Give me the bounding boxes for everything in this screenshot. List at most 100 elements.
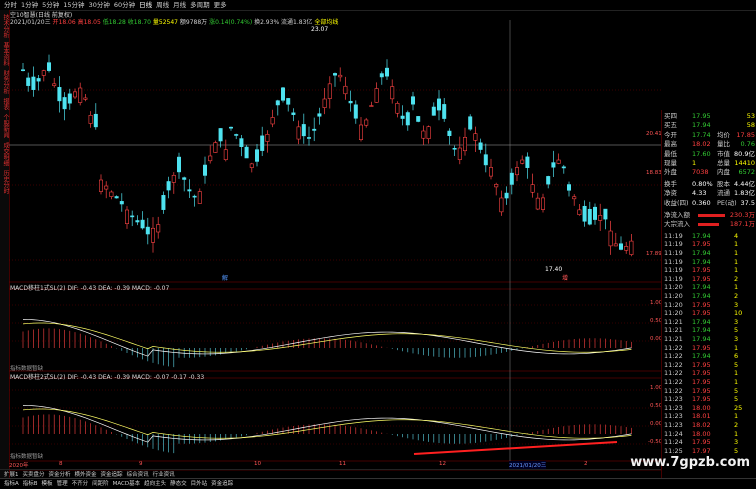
bottom-tab[interactable]: 行业资讯 [153, 471, 175, 480]
period-tab-0[interactable]: 分时 [4, 0, 17, 10]
bottom-tab[interactable]: 指标B [23, 480, 38, 489]
candle[interactable] [436, 98, 441, 111]
candle[interactable] [301, 124, 306, 137]
candle[interactable] [551, 162, 556, 168]
period-tab-2[interactable]: 5分钟 [42, 0, 59, 10]
candle[interactable] [177, 156, 182, 173]
bottom-tab[interactable]: 不齐分 [72, 480, 89, 489]
candle[interactable] [46, 62, 51, 71]
candle[interactable] [452, 147, 457, 150]
bottom-tab[interactable]: 间距阶 [92, 480, 109, 489]
bottom-tab[interactable]: 目外站 [191, 480, 208, 489]
candle[interactable] [483, 154, 488, 166]
candle[interactable] [332, 73, 337, 76]
candle[interactable] [322, 98, 327, 108]
candle[interactable] [135, 220, 140, 223]
candle[interactable] [255, 149, 260, 162]
candle[interactable] [187, 189, 192, 192]
candle[interactable] [83, 97, 88, 100]
period-tab-5[interactable]: 60分钟 [114, 0, 135, 10]
period-tab-3[interactable]: 15分钟 [63, 0, 84, 10]
candle[interactable] [608, 230, 613, 247]
candle[interactable] [613, 243, 618, 247]
candle[interactable] [41, 70, 46, 76]
candle[interactable] [379, 73, 384, 78]
candle[interactable] [145, 226, 150, 235]
candle[interactable] [530, 184, 535, 193]
candle[interactable] [348, 100, 353, 104]
candle[interactable] [556, 159, 561, 164]
candle[interactable] [462, 137, 467, 152]
candle[interactable] [546, 176, 551, 185]
period-tab-9[interactable]: 多周期 [190, 0, 210, 10]
event-marker-zeng[interactable]: 增 [562, 273, 568, 282]
candle[interactable] [525, 156, 530, 168]
candle[interactable] [598, 215, 603, 221]
candle[interactable] [592, 206, 597, 220]
candle[interactable] [213, 142, 218, 153]
candle[interactable] [161, 195, 166, 210]
candle[interactable] [265, 134, 270, 142]
candle[interactable] [353, 104, 358, 119]
candle[interactable] [572, 196, 577, 200]
candle[interactable] [270, 117, 275, 125]
candle[interactable] [67, 93, 72, 104]
bottom-tab[interactable]: 趋向主头 [144, 480, 166, 489]
period-tab-7[interactable]: 周线 [156, 0, 169, 10]
candle[interactable] [99, 179, 104, 192]
candle[interactable] [57, 87, 62, 102]
candle[interactable] [410, 96, 415, 105]
candle[interactable] [192, 195, 197, 198]
candle[interactable] [421, 130, 426, 139]
candle[interactable] [431, 106, 436, 116]
candle[interactable] [31, 76, 36, 90]
period-tab-6[interactable]: 日线 [139, 0, 152, 10]
candle[interactable] [130, 215, 135, 218]
candle[interactable] [275, 100, 280, 106]
candle[interactable] [384, 67, 389, 77]
candle[interactable] [343, 85, 348, 95]
event-marker-jie[interactable]: 解 [222, 273, 228, 282]
bottom-tab[interactable]: 管理 [57, 480, 68, 489]
candle[interactable] [457, 147, 462, 160]
bottom-tab[interactable]: 模板 [42, 480, 53, 489]
bottom-tab[interactable]: 资金分析 [49, 471, 71, 480]
bottom-tab[interactable]: 资金追踪 [211, 480, 233, 489]
candle[interactable] [618, 243, 623, 250]
candle[interactable] [208, 155, 213, 162]
bottom-tab[interactable]: MACD基本 [113, 480, 141, 489]
candle[interactable] [244, 146, 249, 159]
candle[interactable] [400, 115, 405, 119]
candle[interactable] [364, 119, 369, 126]
candle[interactable] [182, 177, 187, 180]
bottom-tab[interactable]: 资金追踪 [101, 471, 123, 480]
candle[interactable] [358, 124, 363, 140]
candle[interactable] [540, 197, 545, 210]
candle[interactable] [306, 137, 311, 139]
period-tab-4[interactable]: 30分钟 [89, 0, 110, 10]
candle[interactable] [104, 185, 109, 190]
candle[interactable] [442, 104, 447, 119]
candle[interactable] [468, 116, 473, 130]
candle[interactable] [223, 149, 228, 160]
candle[interactable] [93, 113, 98, 128]
kline-chart-area[interactable] [9, 10, 661, 478]
candle[interactable] [26, 77, 31, 86]
bottom-tab[interactable]: 静态交 [170, 480, 187, 489]
candle[interactable] [291, 112, 296, 115]
candle[interactable] [416, 116, 421, 122]
candle[interactable] [426, 126, 431, 140]
period-tab-10[interactable]: 更多 [214, 0, 227, 10]
candle[interactable] [171, 174, 176, 183]
candle[interactable] [21, 69, 26, 72]
period-tab-8[interactable]: 月线 [173, 0, 186, 10]
bottom-tab[interactable]: 横外资金 [75, 471, 97, 480]
candle[interactable] [73, 91, 78, 98]
candle[interactable] [473, 133, 478, 141]
candle[interactable] [327, 83, 332, 99]
candle[interactable] [312, 128, 317, 131]
candle[interactable] [535, 197, 540, 210]
candle[interactable] [504, 192, 509, 199]
candle[interactable] [109, 191, 114, 197]
candle[interactable] [114, 196, 119, 199]
